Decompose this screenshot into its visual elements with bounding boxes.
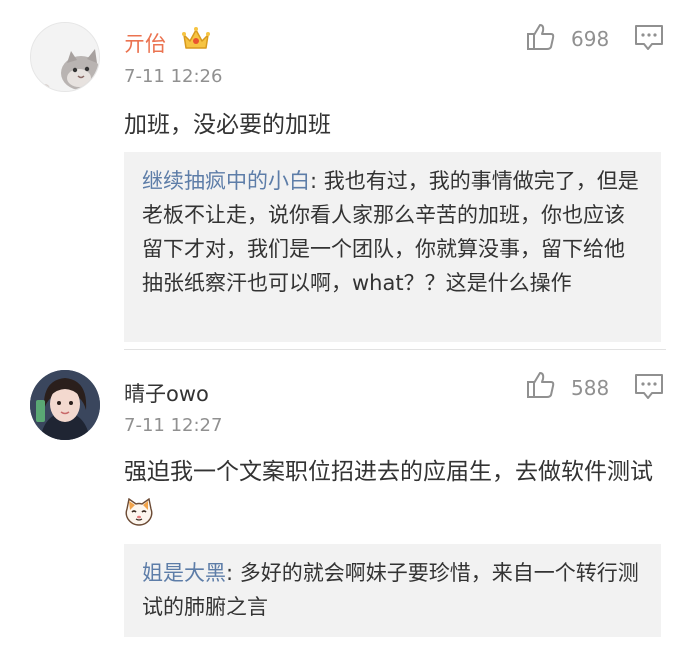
comment-item: 亓佁 7-11 12:26 698 加班，没必要的加班 继续抽疯中的小白: 我也… [0, 0, 690, 348]
comment-bubble-icon[interactable] [634, 373, 664, 401]
comment-item: 晴子owo 7-11 12:27 588 强迫我一个文案职位招进去的应届生，去做… [0, 352, 690, 645]
username[interactable]: 亓佁 [124, 28, 166, 58]
comment-text: 强迫我一个文案职位招进去的应届生，去做软件测试 [124, 459, 653, 485]
thumbs-up-icon[interactable] [526, 22, 556, 52]
timestamp: 7-11 12:27 [124, 415, 223, 436]
comment-text: 加班，没必要的加班 [124, 112, 331, 138]
crown-icon [182, 27, 210, 49]
quoted-username[interactable]: 姐是大黑 [142, 561, 226, 585]
girl-avatar-image [30, 370, 100, 440]
quoted-reply[interactable]: 继续抽疯中的小白: 我也有过，我的事情做完了，但是老板不让走，说你看人家那么辛苦… [124, 152, 661, 342]
like-count: 698 [571, 27, 610, 51]
avatar[interactable] [30, 22, 100, 92]
thumbs-up-icon[interactable] [526, 370, 556, 400]
cat-face-emoji [125, 498, 153, 526]
comment-bubble-icon[interactable] [634, 24, 664, 52]
like-count: 588 [571, 376, 610, 400]
cat-avatar-image [31, 23, 99, 91]
username[interactable]: 晴子owo [124, 378, 209, 408]
quoted-username[interactable]: 继续抽疯中的小白 [142, 169, 310, 193]
avatar[interactable] [30, 370, 100, 440]
comment-text-block: 强迫我一个文案职位招进去的应届生，去做软件测试 [124, 451, 666, 535]
quoted-reply[interactable]: 姐是大黑: 多好的就会啊妹子要珍惜，来自一个转行测试的肺腑之言 [124, 544, 661, 637]
timestamp: 7-11 12:26 [124, 66, 223, 87]
divider [124, 349, 666, 350]
